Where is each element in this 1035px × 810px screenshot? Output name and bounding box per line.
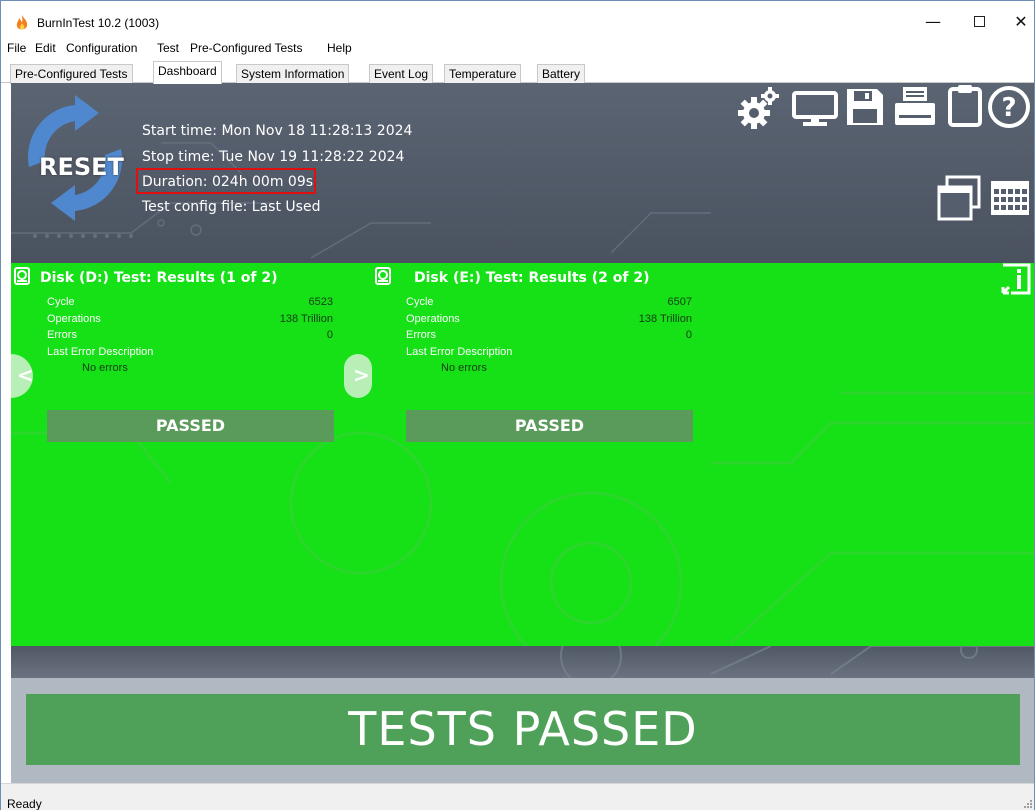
operations-label: Operations xyxy=(47,313,101,325)
tab-system-information[interactable]: System Information xyxy=(236,64,350,84)
disk-icon xyxy=(375,267,391,285)
duration-highlight xyxy=(136,168,316,194)
disk-status-passed: PASSED xyxy=(47,410,334,442)
menu-bar: File Edit Configuration Test Pre-Configu… xyxy=(1,38,1034,58)
chevron-left-icon: < xyxy=(17,363,34,387)
tab-pre-configured-tests[interactable]: Pre-Configured Tests xyxy=(10,64,133,84)
cycle-value: 6507 xyxy=(667,296,692,308)
menu-configuration[interactable]: Configuration xyxy=(66,41,137,55)
status-text: Ready xyxy=(7,797,42,810)
disk-card-e: Disk (E:) Test: Results (2 of 2) Cycle 6… xyxy=(370,263,700,463)
errors-value: 0 xyxy=(685,329,692,341)
reset-label: RESET xyxy=(39,153,124,181)
monitor-icon[interactable] xyxy=(791,91,839,127)
decorative-band xyxy=(11,646,1034,678)
info-icon[interactable] xyxy=(1001,263,1031,295)
menu-edit[interactable]: Edit xyxy=(35,41,56,55)
summary-area: TESTS PASSED xyxy=(11,678,1034,783)
tab-battery[interactable]: Battery xyxy=(537,64,586,84)
menu-test[interactable]: Test xyxy=(157,41,179,55)
operations-value: 138 Trillion xyxy=(279,313,333,325)
disk-icon xyxy=(14,267,30,285)
menu-file[interactable]: File xyxy=(7,41,26,55)
window-title: BurnInTest 10.2 (1003) xyxy=(37,16,160,30)
title-bar: BurnInTest 10.2 (1003) — ✕ xyxy=(1,1,1034,37)
start-time: Start time: Mon Nov 18 11:28:13 2024 xyxy=(142,123,413,139)
status-bar: Ready xyxy=(1,783,1034,810)
close-button[interactable]: ✕ xyxy=(1001,9,1035,35)
disk-title: Disk (D:) Test: Results (1 of 2) xyxy=(40,270,278,286)
cycle-label: Cycle xyxy=(47,296,75,308)
operations-label: Operations xyxy=(406,313,460,325)
printer-icon[interactable] xyxy=(893,85,937,127)
minimize-button[interactable]: — xyxy=(913,9,953,35)
errors-label: Errors xyxy=(47,329,77,341)
tab-dashboard[interactable]: Dashboard xyxy=(153,61,222,84)
errors-value: 0 xyxy=(326,329,333,341)
errors-label: Errors xyxy=(406,329,436,341)
operations-value: 138 Trillion xyxy=(638,313,692,325)
last-error-label: Last Error Description xyxy=(47,346,154,358)
test-config-file: Test config file: Last Used xyxy=(142,199,321,215)
flame-app-icon xyxy=(16,15,28,30)
chevron-right-icon: > xyxy=(353,363,370,387)
help-icon[interactable]: ? xyxy=(987,85,1031,129)
windows-icon[interactable] xyxy=(937,175,981,221)
svg-text:?: ? xyxy=(1001,93,1016,123)
tab-bar: Pre-Configured Tests Dashboard System In… xyxy=(1,61,1034,84)
calendar-icon[interactable] xyxy=(989,179,1031,217)
tab-event-log[interactable]: Event Log xyxy=(369,64,434,84)
cycle-label: Cycle xyxy=(406,296,434,308)
stop-time: Stop time: Tue Nov 19 11:28:22 2024 xyxy=(142,149,405,165)
dashboard-header: RESET Start time: Mon Nov 18 11:28:13 20… xyxy=(11,83,1034,263)
menu-pre-configured-tests[interactable]: Pre-Configured Tests xyxy=(190,41,303,55)
tests-passed-banner: TESTS PASSED xyxy=(26,694,1020,765)
maximize-button[interactable] xyxy=(959,9,999,35)
resize-grip-icon[interactable] xyxy=(1022,798,1032,808)
circuit-background xyxy=(560,646,1034,678)
last-error-value: No errors xyxy=(441,362,487,374)
gears-icon[interactable] xyxy=(737,85,783,129)
last-error-label: Last Error Description xyxy=(406,346,513,358)
reset-button[interactable]: RESET xyxy=(23,95,127,221)
clipboard-icon[interactable] xyxy=(945,83,985,127)
maximize-icon xyxy=(973,16,985,27)
tab-temperature[interactable]: Temperature xyxy=(444,64,522,84)
next-page-button[interactable]: > xyxy=(344,354,372,398)
close-icon: ✕ xyxy=(1014,12,1028,31)
minimize-icon: — xyxy=(925,12,941,31)
disk-card-d: Disk (D:) Test: Results (1 of 2) Cycle 6… xyxy=(11,263,341,463)
results-panel: Disk (D:) Test: Results (1 of 2) Cycle 6… xyxy=(11,263,1034,646)
app-window: BurnInTest 10.2 (1003) — ✕ File Edit Con… xyxy=(0,0,1035,810)
disk-status-passed: PASSED xyxy=(406,410,693,442)
save-icon[interactable] xyxy=(845,87,885,127)
disk-title: Disk (E:) Test: Results (2 of 2) xyxy=(414,270,650,286)
last-error-value: No errors xyxy=(82,362,128,374)
cycle-value: 6523 xyxy=(308,296,333,308)
menu-help[interactable]: Help xyxy=(327,41,352,55)
